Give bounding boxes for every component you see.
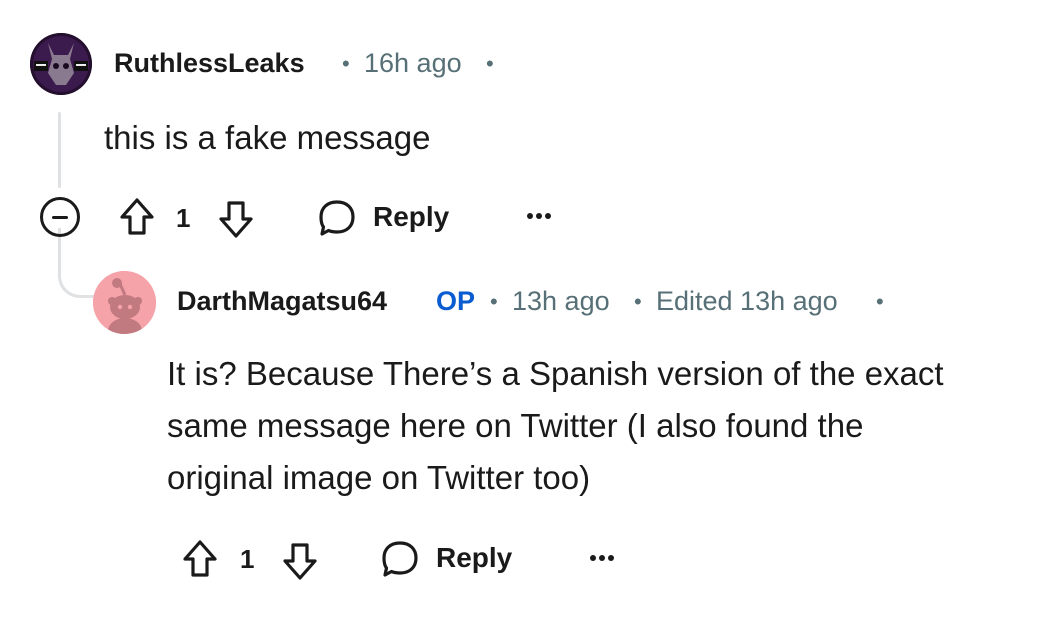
collapse-thread-button[interactable] [40,197,80,237]
vote-count: 1 [240,544,255,574]
meta-separator: • [342,51,350,76]
reply-thread-connector [58,228,94,298]
meta-separator: • [634,289,642,314]
downvote-icon[interactable] [280,540,320,582]
thread-line[interactable] [58,112,61,188]
comment-body-line: It is? Because There’s a Spanish version… [167,355,944,392]
reply-button[interactable]: Reply [373,201,449,233]
avatar[interactable] [93,271,156,334]
reply-icon[interactable] [379,538,421,580]
meta-separator: • [490,289,498,314]
snoo-avatar-icon [93,271,156,334]
meta-separator: • [486,51,494,76]
comment-author[interactable]: RuthlessLeaks [114,48,305,79]
comment-body-line: original image on Twitter too) [167,459,591,496]
comment-author[interactable]: DarthMagatsu64 [177,286,387,317]
op-badge: OP [436,286,476,316]
edited-timestamp: Edited 13h ago [656,286,838,316]
upvote-icon[interactable] [117,196,157,238]
more-options-icon[interactable] [590,553,624,563]
vote-count: 1 [176,203,191,233]
comment-body: this is a fake message [104,119,431,156]
meta-separator: • [876,289,884,314]
reply-icon[interactable] [316,197,358,239]
comment-body: It is? Because There’s a Spanish version… [167,348,944,504]
upvote-icon[interactable] [180,538,220,580]
reply-button[interactable]: Reply [436,542,512,574]
comment-timestamp[interactable]: 16h ago [364,48,462,79]
more-options-icon[interactable] [527,211,561,221]
minus-icon [52,216,68,219]
avatar[interactable] [30,33,92,95]
downvote-icon[interactable] [216,198,256,240]
goat-avatar-icon [30,33,92,95]
comment-body-line: same message here on Twitter (I also fou… [167,407,864,444]
comment-timestamp[interactable]: 13h ago [512,286,610,317]
